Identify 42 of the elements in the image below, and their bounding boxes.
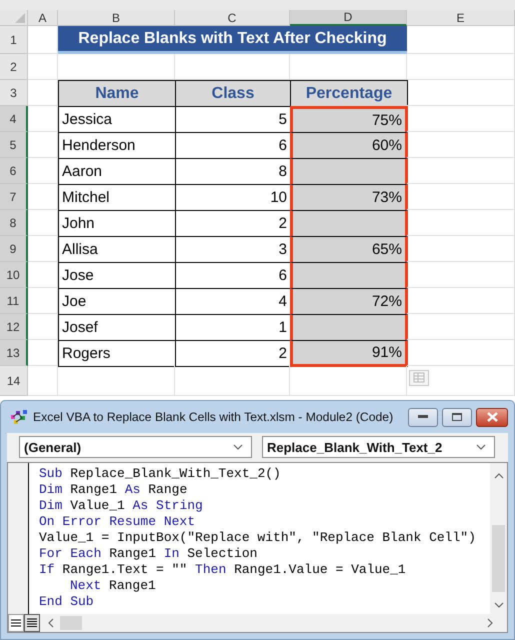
column-heading: Class — [175, 80, 291, 107]
row-header[interactable]: 6 — [0, 158, 28, 184]
column-header[interactable]: A — [28, 10, 58, 26]
row-header[interactable]: 11 — [0, 288, 28, 314]
code-line: On Error Resume Next — [39, 514, 196, 530]
table-cell: 72% — [290, 288, 408, 315]
row-header[interactable]: 7 — [0, 184, 28, 210]
table-cell: 60% — [290, 132, 408, 159]
row-header[interactable]: 10 — [0, 262, 28, 288]
code-line: For Each Range1 In Selection — [39, 546, 258, 562]
row-header[interactable]: 13 — [0, 340, 28, 366]
row-header[interactable]: 12 — [0, 314, 28, 340]
object-dropdown[interactable]: (General) — [19, 436, 252, 458]
column-header[interactable]: D — [290, 10, 407, 26]
row-header[interactable]: 4 — [0, 106, 28, 132]
row-header[interactable]: 8 — [0, 210, 28, 236]
code-line: Value_1 = InputBox("Replace with", "Replace Blank Cell") — [39, 530, 477, 546]
column-header[interactable]: C — [175, 10, 290, 26]
table-cell: 91% — [290, 340, 408, 367]
code-line: Next Range1 — [69, 578, 157, 594]
table-cell: Rogers — [58, 340, 176, 367]
code-line: If Range1.Text = "" Then Range1.Value = Value_1 — [39, 562, 407, 578]
table-cell: 65% — [290, 236, 408, 263]
row-header[interactable]: 14 — [0, 366, 28, 396]
row-header[interactable]: 3 — [0, 80, 28, 106]
sheet-title: Replace Blanks with Text After Checking — [58, 26, 407, 54]
row-header[interactable]: 9 — [0, 236, 28, 262]
window-title: Excel VBA to Replace Blank Cells with Text.xlsm - Module2 (Code) — [33, 410, 394, 424]
row-header[interactable]: 2 — [0, 54, 28, 80]
code-line: Dim Value_1 As String — [39, 498, 204, 514]
code-line: Sub Replace_Blank_With_Text_2() — [39, 466, 282, 482]
table-cell: 75% — [290, 106, 408, 133]
column-heading: Percentage — [290, 80, 408, 107]
table-cell: 73% — [290, 184, 408, 211]
column-header[interactable]: B — [58, 10, 175, 26]
code-line: Dim Range1 As Range — [39, 482, 188, 498]
row-header[interactable]: 5 — [0, 132, 28, 158]
column-heading: Name — [58, 80, 176, 107]
code-line: End Sub — [39, 594, 95, 610]
column-header[interactable]: E — [407, 10, 515, 26]
procedure-dropdown[interactable]: Replace_Blank_With_Text_2 — [262, 436, 495, 458]
row-header[interactable]: 1 — [0, 26, 28, 54]
